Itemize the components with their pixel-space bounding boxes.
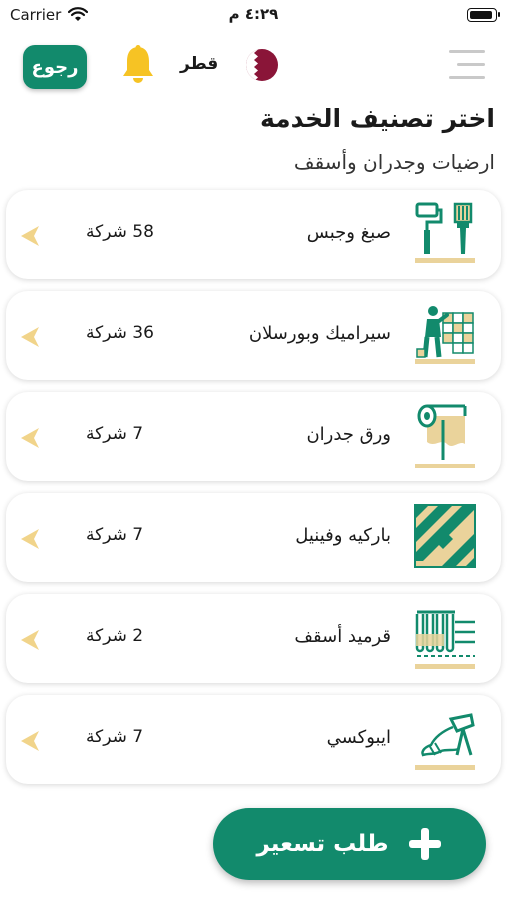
category-card-parquet[interactable]: باركيه وفينيل 7 شركة	[6, 493, 501, 582]
tile-worker-icon	[415, 306, 475, 364]
chevron-left-icon	[21, 327, 39, 347]
category-card-ceramic[interactable]: سيراميك وبورسلان 36 شركة	[6, 291, 501, 380]
category-card-paint[interactable]: صبغ وجبس 58 شركة	[6, 190, 501, 279]
paint-roller-brush-icon	[415, 202, 475, 263]
company-count: 2 شركة	[86, 626, 144, 646]
category-label: قرميد أسقف	[294, 626, 391, 647]
chevron-left-icon	[21, 428, 39, 448]
company-count: 7 شركة	[86, 424, 144, 444]
category-card-epoxy[interactable]: ايبوكسي 7 شركة	[6, 695, 501, 784]
page-title: اختر تصنيف الخدمة	[259, 104, 495, 133]
epoxy-pour-icon	[415, 713, 475, 770]
category-label: ورق جدران	[306, 424, 391, 445]
category-label: صبغ وجبس	[306, 222, 391, 243]
battery-icon	[467, 8, 500, 22]
roof-tile-icon	[415, 610, 475, 669]
plus-icon	[408, 828, 441, 860]
chevron-left-icon	[21, 226, 39, 246]
company-count: 58 شركة	[86, 222, 154, 242]
parquet-floor-icon	[414, 504, 476, 568]
qatar-flag-icon[interactable]	[245, 46, 279, 84]
page-subtitle: ارضيات وجدران وأسقف	[293, 150, 495, 174]
category-card-roof-tiles[interactable]: قرميد أسقف 2 شركة	[6, 594, 501, 683]
chevron-left-icon	[21, 630, 39, 650]
status-bar: Carrier ٤:٢٩ م	[0, 0, 507, 32]
request-quote-label: طلب تسعير	[256, 831, 389, 857]
category-label: سيراميك وبورسلان	[248, 323, 391, 344]
wallpaper-roll-icon	[415, 404, 475, 468]
chevron-left-icon	[21, 731, 39, 751]
company-count: 36 شركة	[86, 323, 154, 343]
battery-level	[470, 11, 492, 19]
country-label[interactable]: قطر	[180, 54, 218, 74]
back-button[interactable]: رجوع	[23, 45, 87, 89]
bell-icon[interactable]	[119, 44, 157, 86]
company-count: 7 شركة	[86, 525, 144, 545]
category-list: صبغ وجبس 58 شركة سيراميك وبورسلان 36 شرك…	[6, 190, 501, 796]
clock: ٤:٢٩ م	[228, 5, 279, 23]
company-count: 7 شركة	[86, 727, 144, 747]
chevron-left-icon	[21, 529, 39, 549]
menu-icon[interactable]	[449, 48, 485, 82]
request-quote-button[interactable]: طلب تسعير	[213, 808, 486, 880]
category-label: باركيه وفينيل	[295, 525, 391, 546]
category-label: ايبوكسي	[326, 727, 391, 748]
category-card-wallpaper[interactable]: ورق جدران 7 شركة	[6, 392, 501, 481]
